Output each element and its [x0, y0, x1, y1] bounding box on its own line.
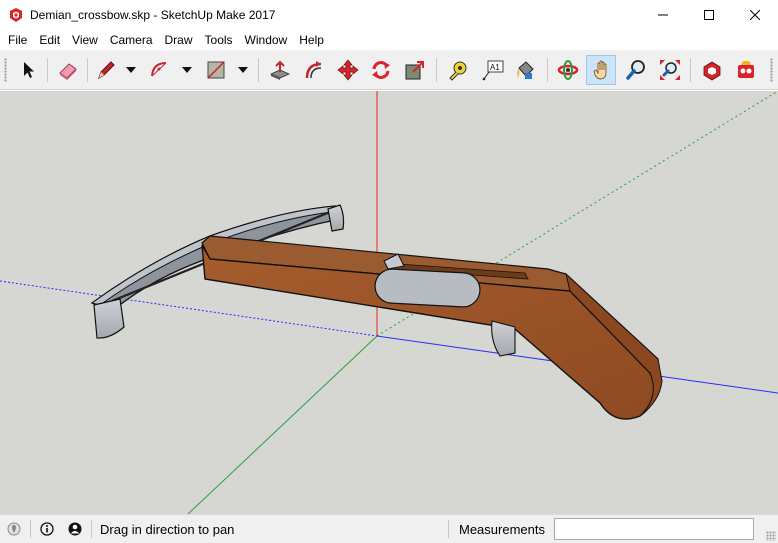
scale-tool-button[interactable]	[400, 55, 430, 85]
model-viewport[interactable]	[0, 91, 778, 514]
orbit-tool-button[interactable]	[553, 55, 583, 85]
line-tool-dropdown[interactable]	[124, 55, 138, 85]
menu-draw[interactable]: Draw	[159, 30, 199, 50]
eraser-tool-button[interactable]	[53, 55, 83, 85]
arc-icon	[151, 62, 167, 77]
menu-view[interactable]: View	[66, 30, 104, 50]
menu-camera[interactable]: Camera	[104, 30, 159, 50]
arc-tool-button[interactable]	[145, 55, 175, 85]
menu-edit[interactable]: Edit	[33, 30, 66, 50]
zoom-extents-tool-button[interactable]	[655, 55, 685, 85]
status-separator	[91, 520, 92, 538]
geo-location-icon	[7, 522, 21, 536]
rectangle-tool-dropdown[interactable]	[236, 55, 250, 85]
menu-file[interactable]: File	[2, 30, 33, 50]
maximize-icon	[704, 10, 714, 20]
geo-location-button[interactable]	[6, 521, 22, 537]
toolbar: A1	[0, 50, 778, 90]
chevron-down-icon	[126, 67, 136, 73]
toolbar-grip[interactable]	[770, 58, 773, 82]
menu-tools[interactable]: Tools	[199, 30, 239, 50]
zoom-tool-button[interactable]	[621, 55, 651, 85]
status-hint: Drag in direction to pan	[100, 521, 235, 537]
trigger	[491, 320, 516, 357]
resize-grip[interactable]	[766, 531, 776, 541]
info-button[interactable]	[39, 521, 55, 537]
offset-icon	[305, 61, 322, 79]
info-icon	[40, 522, 54, 536]
text-icon: A1	[482, 60, 504, 81]
move-icon	[337, 59, 359, 81]
paint-bucket-tool-button[interactable]	[510, 55, 540, 85]
text-tool-label: A1	[490, 63, 500, 72]
limb-tip-right	[327, 204, 345, 232]
menu-window[interactable]: Window	[239, 30, 294, 50]
toolbar-separator	[258, 58, 259, 82]
push-pull-tool-button[interactable]	[265, 55, 295, 85]
close-button[interactable]	[732, 0, 778, 30]
zoom-extents-icon	[660, 60, 680, 80]
measurements-input[interactable]	[554, 518, 754, 540]
3d-warehouse-icon	[703, 61, 721, 81]
limb-tip-left	[93, 298, 125, 339]
line-tool-button[interactable]	[91, 55, 121, 85]
user-button[interactable]	[67, 521, 83, 537]
magnifier-icon	[626, 60, 645, 80]
title-bar: Demian_crossbow.skp - SketchUp Make 2017	[0, 0, 778, 30]
menu-help[interactable]: Help	[293, 30, 330, 50]
chevron-down-icon	[238, 67, 248, 73]
select-tool-button[interactable]	[13, 55, 43, 85]
measurements-label: Measurements	[459, 522, 545, 537]
rectangle-tool-button[interactable]	[201, 55, 231, 85]
chevron-down-icon	[182, 67, 192, 73]
toolbar-separator	[47, 58, 48, 82]
paint-bucket-icon	[517, 61, 534, 79]
extension-warehouse-icon	[738, 61, 754, 78]
rotate-tool-button[interactable]	[366, 55, 396, 85]
pan-tool-button[interactable]	[586, 55, 616, 85]
rectangle-icon	[207, 61, 225, 79]
window-title: Demian_crossbow.skp - SketchUp Make 2017	[30, 8, 276, 22]
rotate-icon	[372, 61, 390, 79]
model-canvas[interactable]	[0, 91, 778, 514]
hand-icon	[593, 60, 607, 80]
close-icon	[750, 10, 760, 20]
orbit-icon	[557, 60, 579, 80]
minimize-button[interactable]	[640, 0, 686, 30]
pencil-icon	[98, 61, 115, 80]
sketchup-app-icon	[10, 8, 22, 22]
push-pull-icon	[270, 60, 290, 80]
toolbar-grip[interactable]	[4, 58, 7, 82]
toolbar-separator	[436, 58, 437, 82]
arc-tool-dropdown[interactable]	[180, 55, 194, 85]
mechanism-window	[374, 268, 481, 308]
eraser-icon	[59, 63, 77, 80]
tape-measure-tool-button[interactable]	[443, 55, 473, 85]
toolbar-separator	[547, 58, 548, 82]
move-tool-button[interactable]	[333, 55, 363, 85]
toolbar-separator	[87, 58, 88, 82]
toolbar-separator	[690, 58, 691, 82]
status-separator	[30, 520, 31, 538]
text-tool-button[interactable]: A1	[478, 55, 508, 85]
offset-tool-button[interactable]	[299, 55, 329, 85]
green-axis	[187, 335, 378, 514]
status-bar: Drag in direction to pan Measurements	[0, 514, 778, 543]
status-separator	[448, 520, 449, 538]
arrow-cursor-icon	[24, 62, 34, 78]
maximize-button[interactable]	[686, 0, 732, 30]
minimize-icon	[658, 14, 668, 16]
scale-icon	[405, 61, 424, 80]
tape-measure-icon	[449, 61, 467, 81]
warehouse-tool-button[interactable]	[697, 55, 727, 85]
user-icon	[68, 522, 82, 536]
extension-warehouse-tool-button[interactable]	[731, 55, 761, 85]
menu-bar: File Edit View Camera Draw Tools Window …	[0, 30, 778, 50]
